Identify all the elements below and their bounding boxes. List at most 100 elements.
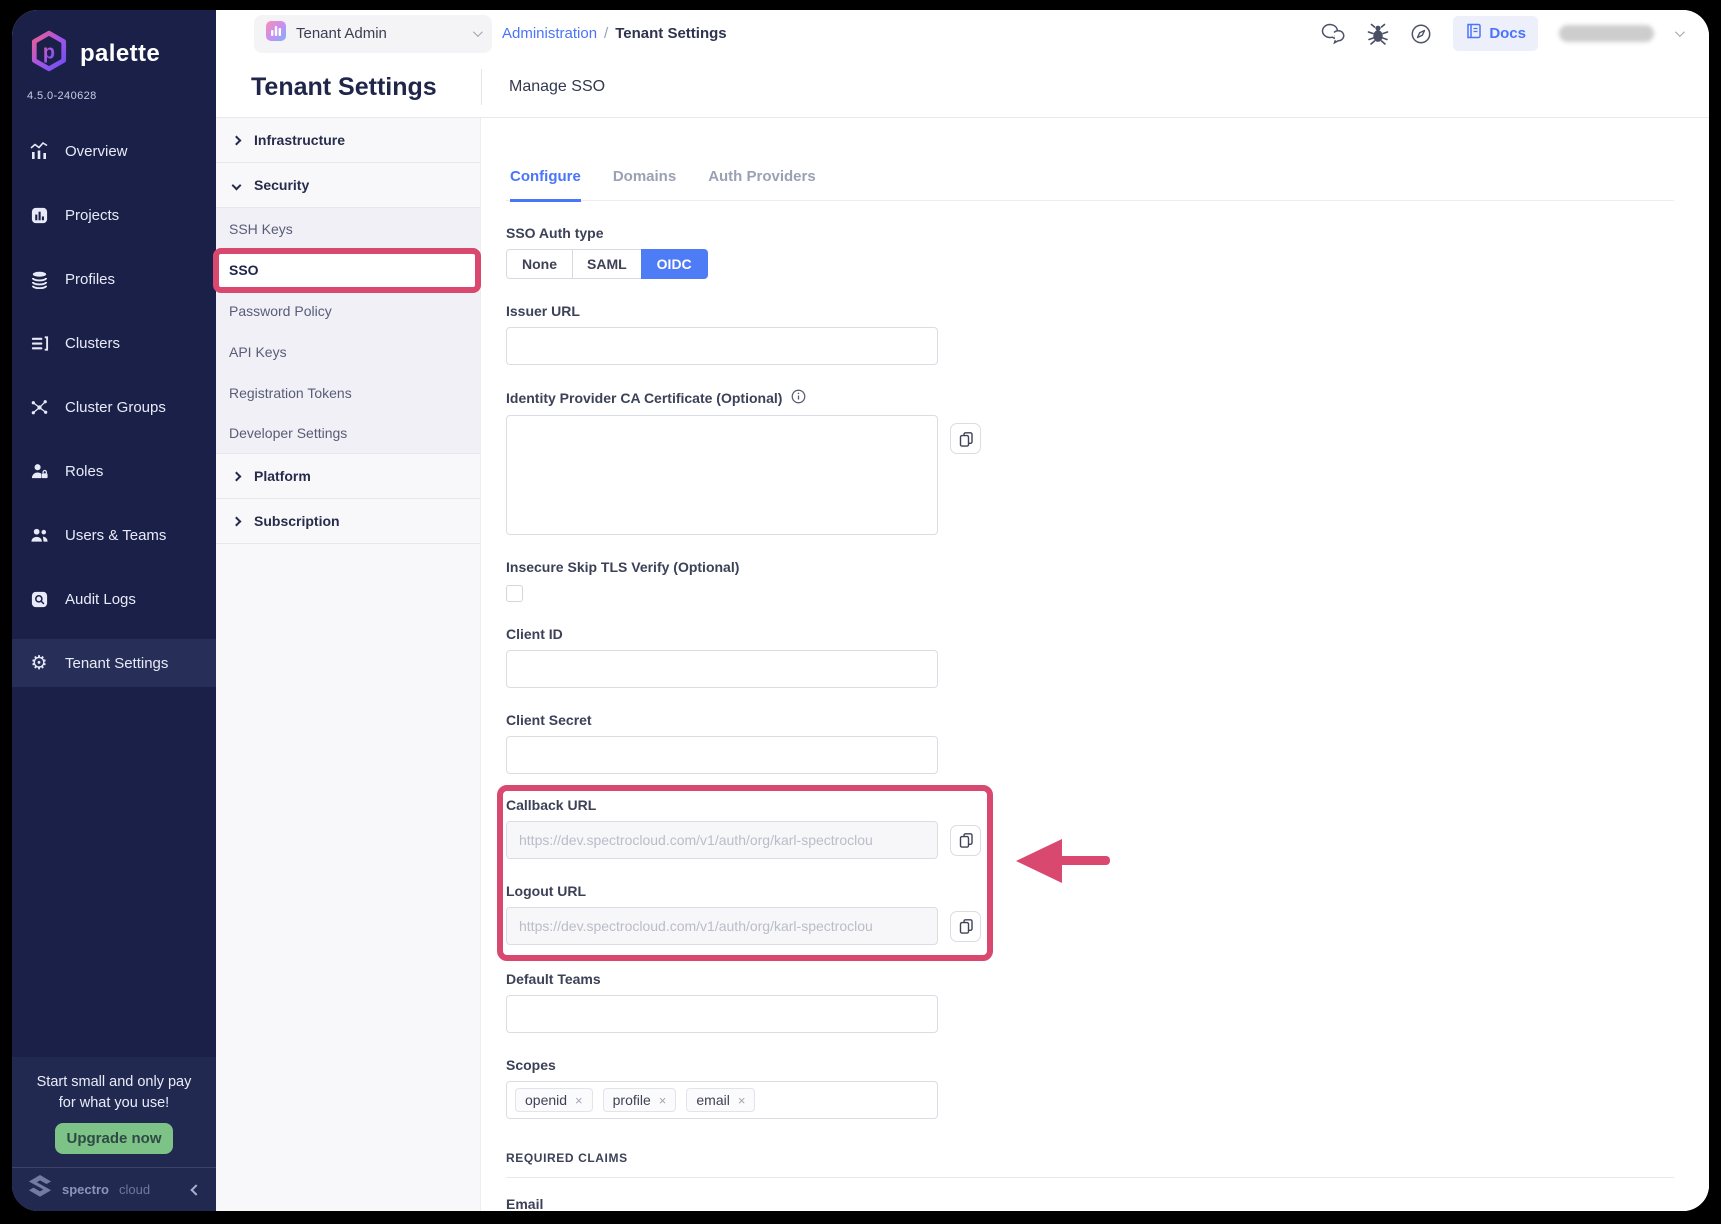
scope-tag-label: email bbox=[696, 1092, 729, 1108]
remove-scope-icon[interactable]: × bbox=[575, 1093, 583, 1108]
default-teams-label: Default Teams bbox=[506, 971, 1674, 987]
brand: p palette bbox=[12, 10, 216, 77]
sidebar-item-profiles[interactable]: Profiles bbox=[12, 255, 216, 303]
sidebar-item-label: Cluster Groups bbox=[65, 399, 166, 416]
callback-url-input[interactable] bbox=[506, 821, 938, 859]
header-divider bbox=[481, 69, 482, 105]
chat-feedback-icon[interactable] bbox=[1320, 23, 1346, 45]
primary-sidebar: p palette 4.5.0-240628 Overview Projects bbox=[12, 10, 216, 1211]
ca-certificate-label: Identity Provider CA Certificate (Option… bbox=[506, 389, 1674, 407]
sidebar-nav: Overview Projects Profiles Clusters bbox=[12, 127, 216, 687]
chevron-right-icon bbox=[232, 471, 242, 481]
skip-tls-checkbox[interactable] bbox=[506, 585, 523, 602]
subnav-item-registration-tokens[interactable]: Registration Tokens bbox=[216, 372, 480, 413]
collapse-sidebar-icon[interactable] bbox=[190, 1184, 201, 1195]
ca-certificate-textarea[interactable] bbox=[506, 415, 938, 535]
promo-line-2: for what you use! bbox=[12, 1093, 216, 1114]
scope-tag-label: openid bbox=[525, 1092, 567, 1108]
subnav-section-label: Platform bbox=[254, 468, 311, 484]
app-version: 4.5.0-240628 bbox=[12, 77, 216, 102]
tab-domains[interactable]: Domains bbox=[613, 168, 676, 200]
issuer-url-label: Issuer URL bbox=[506, 303, 1674, 319]
callback-logout-annotation-box: Callback URL Logout URL bbox=[497, 785, 993, 961]
bug-report-icon[interactable] bbox=[1367, 23, 1389, 45]
breadcrumb: Administration / Tenant Settings bbox=[502, 25, 727, 42]
compass-explore-icon[interactable] bbox=[1410, 23, 1432, 45]
sidebar-item-roles[interactable]: Roles bbox=[12, 447, 216, 495]
sidebar-item-label: Projects bbox=[65, 207, 119, 224]
sidebar-item-tenant-settings[interactable]: ⚙ Tenant Settings bbox=[12, 639, 216, 687]
footer-brand-light: cloud bbox=[119, 1182, 150, 1197]
subnav-section-label: Infrastructure bbox=[254, 132, 345, 148]
subnav-section-label: Subscription bbox=[254, 513, 340, 529]
subnav-section-platform[interactable]: Platform bbox=[216, 454, 480, 499]
page-title: Tenant Settings bbox=[251, 73, 481, 102]
scope-tag-profile: profile × bbox=[603, 1088, 677, 1112]
auth-type-saml-button[interactable]: SAML bbox=[572, 249, 642, 279]
sidebar-item-projects[interactable]: Projects bbox=[12, 191, 216, 239]
subnav-section-infrastructure[interactable]: Infrastructure bbox=[216, 118, 480, 163]
required-claims-heading: REQUIRED CLAIMS bbox=[506, 1151, 1674, 1165]
sidebar-item-cluster-groups[interactable]: Cluster Groups bbox=[12, 383, 216, 431]
subnav-item-sso[interactable]: SSO bbox=[216, 249, 480, 290]
tab-configure[interactable]: Configure bbox=[510, 168, 581, 202]
issuer-url-input[interactable] bbox=[506, 327, 938, 365]
sso-auth-type-label: SSO Auth type bbox=[506, 225, 1674, 241]
annotation-arrow-tail bbox=[1056, 856, 1110, 865]
subnav-section-subscription[interactable]: Subscription bbox=[216, 499, 480, 544]
copy-ca-certificate-button[interactable] bbox=[950, 423, 981, 454]
footer-brand-bold: spectro bbox=[62, 1182, 109, 1197]
subnav-section-security[interactable]: Security bbox=[216, 163, 480, 208]
sidebar-item-label: Audit Logs bbox=[65, 591, 136, 608]
breadcrumb-separator: / bbox=[604, 25, 608, 42]
auth-type-none-button[interactable]: None bbox=[506, 249, 573, 279]
settings-subnav: Infrastructure Security SSH Keys SSO Pas… bbox=[216, 118, 481, 1211]
breadcrumb-current: Tenant Settings bbox=[615, 25, 726, 42]
tab-auth-providers[interactable]: Auth Providers bbox=[708, 168, 816, 200]
sidebar-item-label: Profiles bbox=[65, 271, 115, 288]
roles-icon bbox=[28, 462, 50, 481]
sso-tabs: Configure Domains Auth Providers bbox=[506, 168, 1674, 201]
sidebar-item-label: Users & Teams bbox=[65, 527, 166, 544]
scopes-input[interactable]: openid × profile × email × bbox=[506, 1081, 938, 1119]
default-teams-input[interactable] bbox=[506, 995, 938, 1033]
sidebar-item-audit-logs[interactable]: Audit Logs bbox=[12, 575, 216, 623]
auth-type-oidc-button[interactable]: OIDC bbox=[641, 249, 708, 279]
subnav-item-password-policy[interactable]: Password Policy bbox=[216, 290, 480, 331]
profiles-icon bbox=[28, 270, 50, 289]
remove-scope-icon[interactable]: × bbox=[659, 1093, 667, 1108]
docs-button[interactable]: Docs bbox=[1453, 16, 1538, 51]
sso-auth-type-segmented: None SAML OIDC bbox=[506, 249, 1674, 279]
sidebar-item-clusters[interactable]: Clusters bbox=[12, 319, 216, 367]
client-secret-input[interactable] bbox=[506, 736, 938, 774]
sidebar-item-label: Overview bbox=[65, 143, 128, 160]
scopes-label: Scopes bbox=[506, 1057, 1674, 1073]
remove-scope-icon[interactable]: × bbox=[738, 1093, 746, 1108]
user-menu-chevron-icon[interactable] bbox=[1675, 27, 1685, 37]
sidebar-footer: spectro cloud bbox=[12, 1167, 216, 1211]
subnav-item-developer-settings[interactable]: Developer Settings bbox=[216, 413, 480, 454]
subnav-item-ssh-keys[interactable]: SSH Keys bbox=[216, 208, 480, 249]
ca-certificate-label-text: Identity Provider CA Certificate (Option… bbox=[506, 390, 782, 406]
spectro-cloud-logo-icon bbox=[26, 1175, 54, 1204]
svg-text:p: p bbox=[43, 41, 55, 63]
client-id-input[interactable] bbox=[506, 650, 938, 688]
cluster-groups-icon bbox=[28, 398, 50, 417]
subnav-item-api-keys[interactable]: API Keys bbox=[216, 331, 480, 372]
scope-selector[interactable]: Tenant Admin bbox=[254, 15, 492, 53]
manage-sso-panel: Configure Domains Auth Providers SSO Aut… bbox=[481, 118, 1709, 1211]
copy-logout-url-button[interactable] bbox=[950, 911, 981, 942]
user-account-redacted[interactable] bbox=[1559, 25, 1654, 42]
audit-logs-icon bbox=[28, 590, 50, 609]
chevron-right-icon bbox=[232, 135, 242, 145]
sidebar-item-users-teams[interactable]: Users & Teams bbox=[12, 511, 216, 559]
promo-line-1: Start small and only pay bbox=[12, 1072, 216, 1093]
topbar: Tenant Admin Administration / Tenant Set… bbox=[216, 10, 1709, 57]
breadcrumb-parent[interactable]: Administration bbox=[502, 25, 597, 42]
copy-callback-url-button[interactable] bbox=[950, 825, 981, 856]
required-claims-divider bbox=[506, 1177, 1674, 1178]
sidebar-item-overview[interactable]: Overview bbox=[12, 127, 216, 175]
info-icon[interactable] bbox=[791, 389, 806, 407]
logout-url-input[interactable] bbox=[506, 907, 938, 945]
upgrade-now-button[interactable]: Upgrade now bbox=[55, 1123, 173, 1154]
